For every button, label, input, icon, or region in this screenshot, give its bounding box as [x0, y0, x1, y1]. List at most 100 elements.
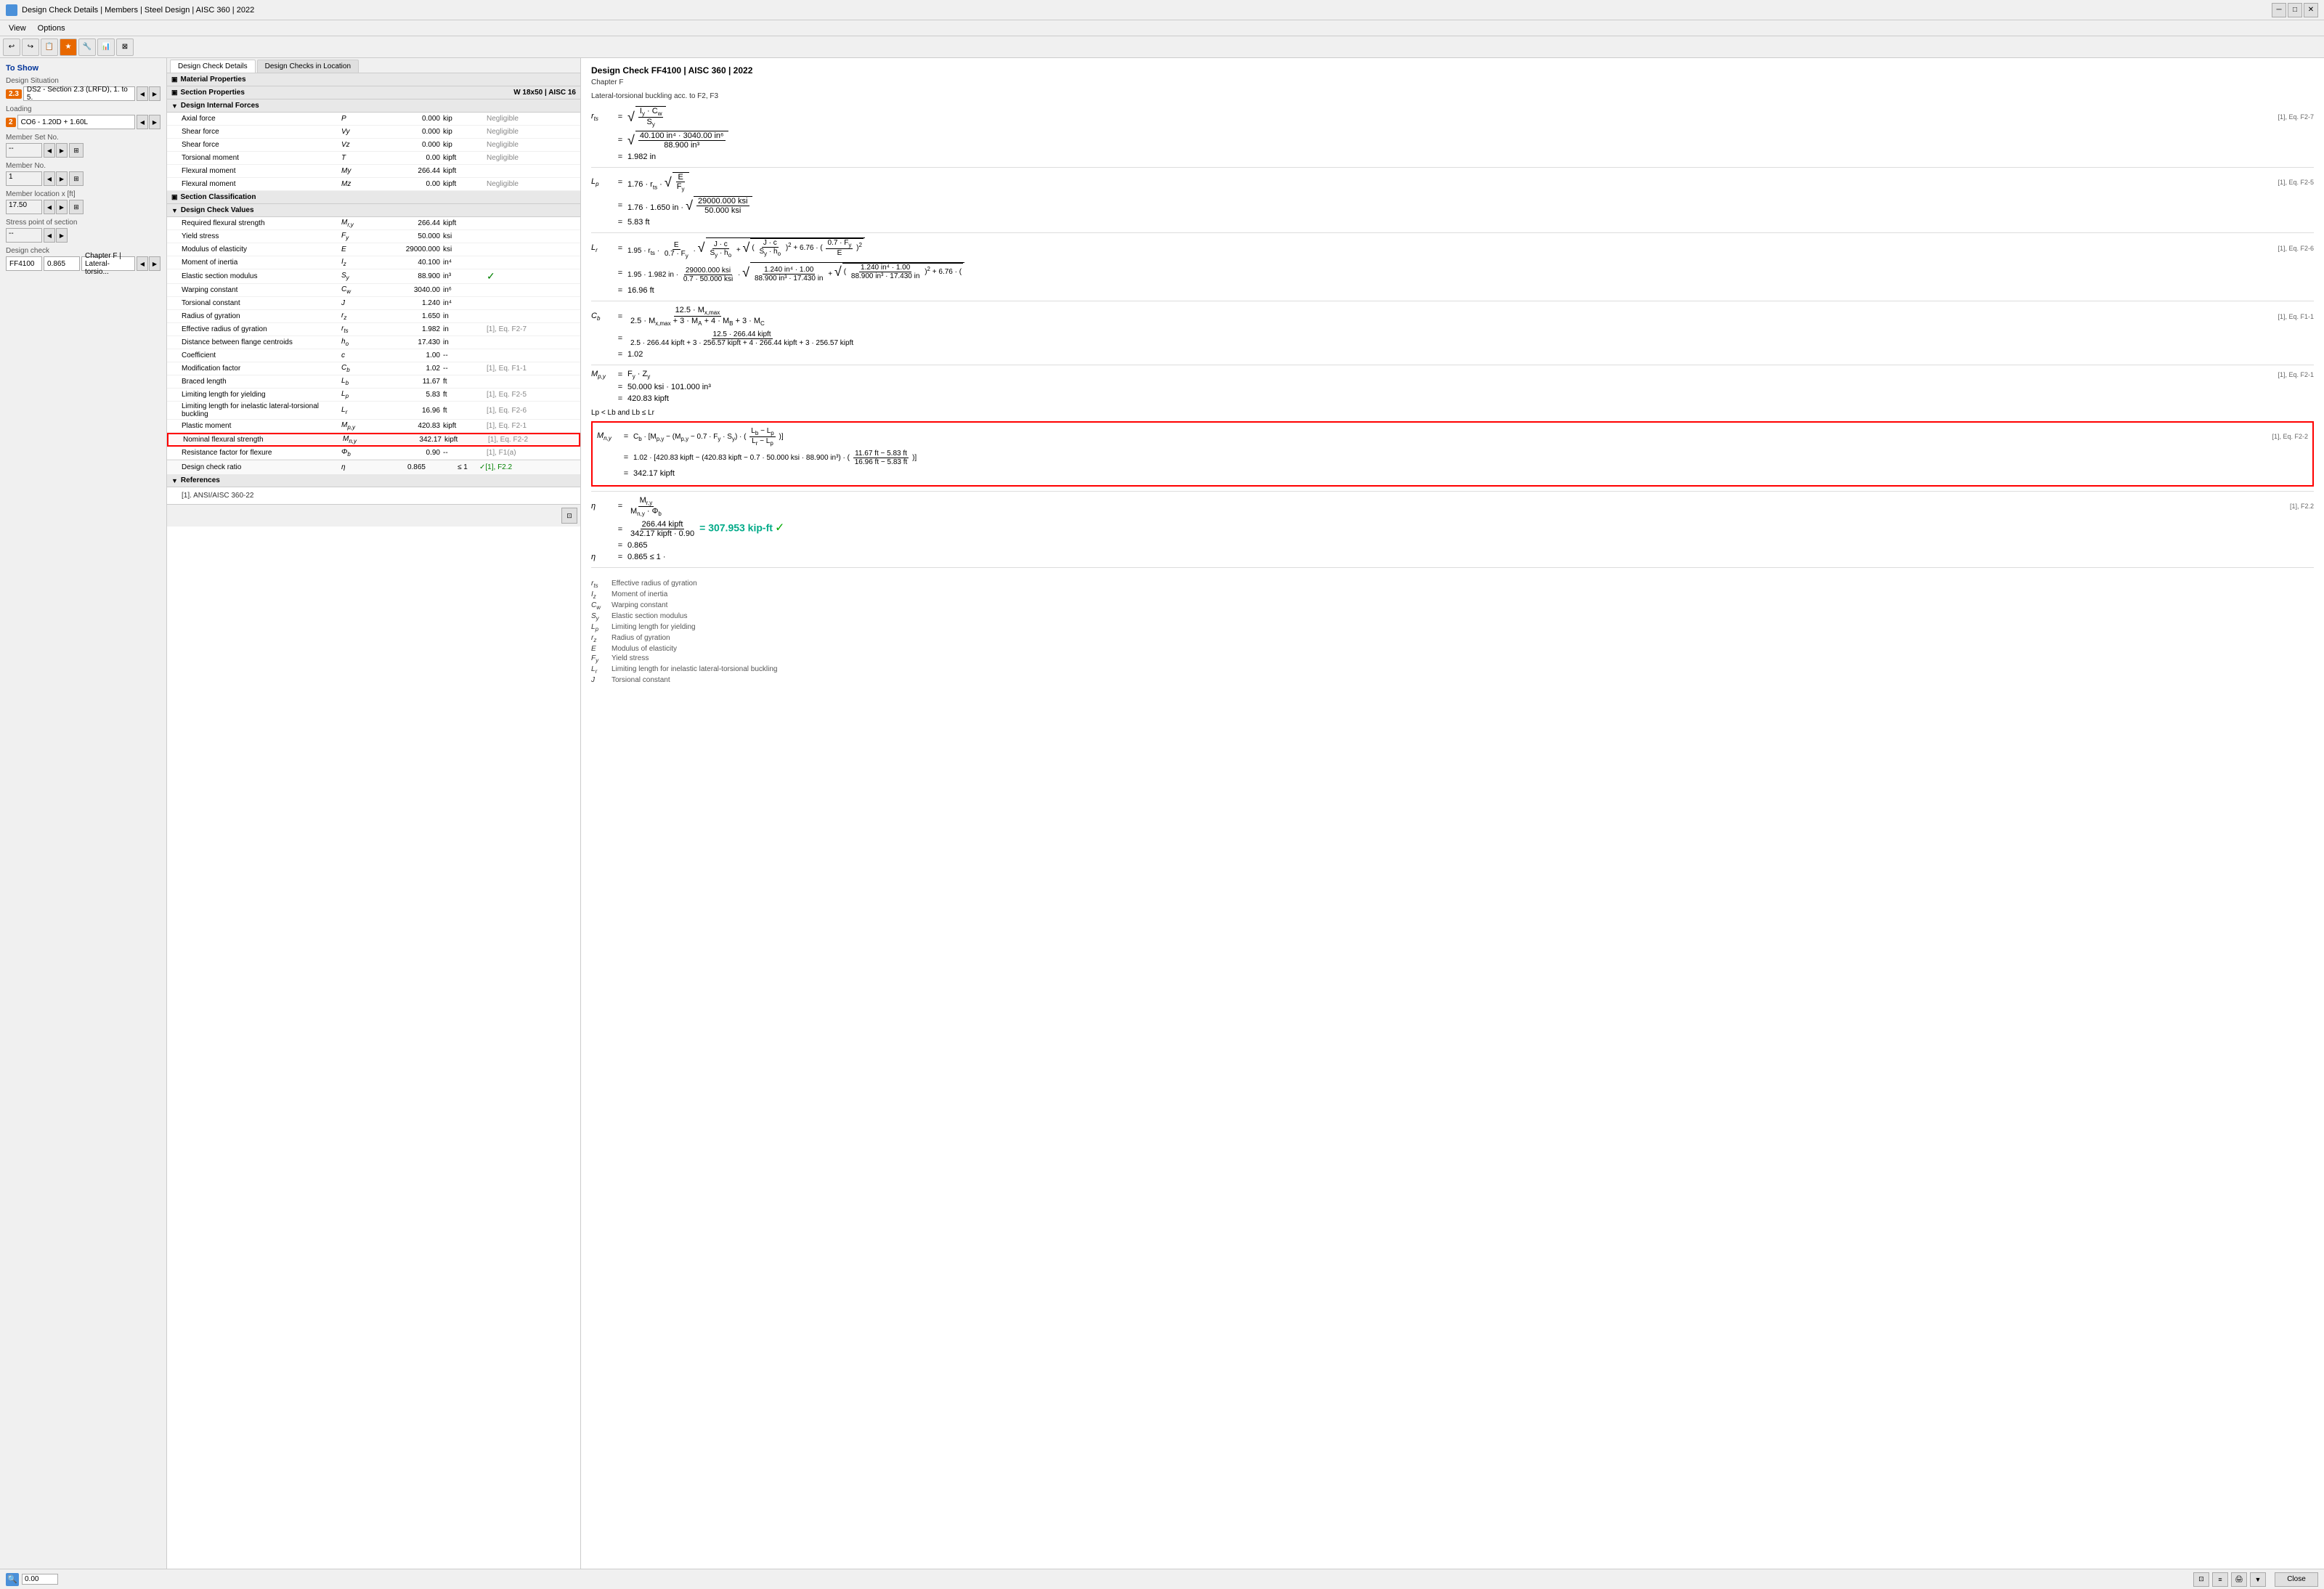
rts-content1: √ Iy · Cw Sy — [627, 106, 2314, 128]
mid-btn-1[interactable]: ⊡ — [561, 508, 577, 524]
mny-formula-highlight: Mn,y = Cb · [Mp,y − (Mp,y − 0.7 · Fy · S… — [591, 421, 2314, 487]
right-bottom-btn-2[interactable]: ≡ — [2212, 1572, 2228, 1587]
flexural-mz-val: 0.00 — [370, 180, 443, 188]
modulus-val: 29000.000 — [370, 245, 443, 253]
toolbar-btn-7[interactable]: ⊠ — [116, 38, 134, 56]
member-set-input[interactable]: -- — [6, 143, 42, 158]
close-button[interactable]: Close — [2275, 1572, 2318, 1587]
menu-options[interactable]: Options — [32, 23, 71, 34]
tab-design-check-details[interactable]: Design Check Details — [170, 60, 256, 73]
design-check-ratio[interactable]: 0.865 — [44, 256, 80, 271]
mny-result: 342.17 kipft — [633, 469, 2308, 478]
member-no-prev[interactable]: ◀ — [44, 171, 55, 186]
esm-val: 88.900 — [370, 272, 443, 280]
lr-sym: Lr — [341, 406, 370, 415]
modfac-sym: Cb — [341, 364, 370, 373]
design-situation-dropdown[interactable]: DS2 - Section 2.3 (LRFD), 1. to 5. — [23, 86, 135, 101]
toolbar-btn-2[interactable]: ↪ — [22, 38, 39, 56]
close-button[interactable]: ✕ — [2304, 3, 2318, 17]
lp-sym: Lp — [341, 390, 370, 399]
member-location-next[interactable]: ▶ — [56, 200, 68, 214]
cb-ref: [1], Eq. F1-1 — [2278, 313, 2314, 320]
lp-label: Lp — [591, 177, 613, 187]
ratio-ref: [1], F2.2 — [485, 463, 512, 471]
stress-point-input[interactable]: -- — [6, 228, 42, 243]
right-bottom-btn-4[interactable]: ▼ — [2250, 1572, 2266, 1587]
lp-eq2: = — [613, 201, 627, 210]
design-check-row: FF4100 0.865 Chapter F | Lateral-torsio.… — [6, 256, 161, 271]
legend-desc-cw: Warping constant — [612, 601, 667, 611]
collapse-icon-refs: ▼ — [171, 477, 178, 484]
member-set-action[interactable]: ⊞ — [69, 143, 84, 158]
plastmo-ref: [1], Eq. F2-1 — [487, 422, 576, 430]
right-bottom-btn-3[interactable]: 🖨 — [2231, 1572, 2247, 1587]
eta-content1: Mr,y Mn,y · Φb — [627, 496, 2314, 517]
loading-next[interactable]: ▶ — [149, 115, 161, 129]
moi-sym: Iz — [341, 258, 370, 267]
design-check-chapter[interactable]: Chapter F | Lateral-torsio... — [81, 256, 135, 271]
member-no-input[interactable]: 1 — [6, 171, 42, 186]
section-design-check-values[interactable]: ▼ Design Check Values — [167, 204, 580, 217]
design-check-next[interactable]: ▶ — [149, 256, 161, 271]
member-location-prev[interactable]: ◀ — [44, 200, 55, 214]
section-classification-title: Section Classification — [181, 193, 256, 201]
legend-sym-sy: Sy — [591, 612, 606, 622]
member-no-label: Member No. — [6, 162, 161, 170]
toolbar-btn-5[interactable]: 🔧 — [78, 38, 96, 56]
design-situation-prev[interactable]: ◀ — [137, 86, 148, 101]
esm-sym: Sy — [341, 272, 370, 281]
member-no-action[interactable]: ⊞ — [69, 171, 84, 186]
row-axial-force: Axial force P 0.000 kip Negligible — [167, 113, 580, 126]
formula-subtitle1: Chapter F — [591, 78, 2314, 86]
legend-desc-lr: Limiting length for inelastic lateral-to… — [612, 665, 777, 675]
section-material-properties[interactable]: ▣ Material Properties — [167, 73, 580, 86]
section-classification-header[interactable]: ▣ Section Classification — [167, 191, 580, 204]
rts-content2: √ 40.100 in⁴ · 3040.00 in⁶ 88.900 in³ — [627, 131, 2314, 150]
torsconst-val: 1.240 — [370, 299, 443, 307]
mny-val: 1.02 · [420.83 kipft − (420.83 kipft − 0… — [633, 450, 2308, 466]
modfac-name: Modification factor — [182, 365, 341, 373]
tab-design-checks-location[interactable]: Design Checks in Location — [257, 60, 359, 73]
modulus-sym: E — [341, 245, 370, 253]
section-internal-forces[interactable]: ▼ Design Internal Forces — [167, 99, 580, 113]
toolbar-btn-1[interactable]: ↩ — [3, 38, 20, 56]
shear-vy-sym: Vy — [341, 128, 370, 136]
status-search-icon[interactable]: 🔍 — [6, 1573, 19, 1586]
toolbar-btn-3[interactable]: 📋 — [41, 38, 58, 56]
cb-eq3: = — [613, 350, 627, 359]
reference-item-1: [1]. ANSI/AISC 360-22 — [182, 492, 576, 500]
legend-desc-sy: Elastic section modulus — [612, 612, 688, 622]
nomflex-unit: kipft — [444, 436, 488, 444]
toolbar-btn-4[interactable]: ★ — [60, 38, 77, 56]
rts-result: 1.982 in — [627, 153, 2314, 161]
lp-row3: = 5.83 ft — [591, 218, 2314, 227]
design-check-value[interactable]: FF4100 — [6, 256, 42, 271]
design-situation-next[interactable]: ▶ — [149, 86, 161, 101]
toolbar-btn-6[interactable]: 📊 — [97, 38, 115, 56]
rflex-sym: Mr,y — [341, 219, 370, 228]
menu-view[interactable]: View — [3, 23, 32, 34]
member-set-prev[interactable]: ◀ — [44, 143, 55, 158]
member-location-action[interactable]: ⊞ — [69, 200, 84, 214]
ratio-lim: ≤ 1 — [458, 463, 479, 471]
design-check-value-rows: Required flexural strength Mr,y 266.44 k… — [167, 217, 580, 460]
maximize-button[interactable]: □ — [2288, 3, 2302, 17]
loading-badge: 2 — [6, 118, 16, 127]
section-section-properties[interactable]: ▣ Section Properties W 18x50 | AISC 16 — [167, 86, 580, 99]
minimize-button[interactable]: ─ — [2272, 3, 2286, 17]
eta-label4: η — [591, 553, 613, 561]
loading-prev[interactable]: ◀ — [137, 115, 148, 129]
plastmo-name: Plastic moment — [182, 422, 341, 430]
loading-dropdown[interactable]: CO6 - 1.20D + 1.60L — [17, 115, 135, 129]
stress-point-next[interactable]: ▶ — [56, 228, 68, 243]
member-location-input[interactable]: 17.50 — [6, 200, 42, 214]
right-bottom-btn-1[interactable]: ⊡ — [2193, 1572, 2209, 1587]
stress-point-prev[interactable]: ◀ — [44, 228, 55, 243]
member-set-next[interactable]: ▶ — [56, 143, 68, 158]
section-references[interactable]: ▼ References — [167, 474, 580, 487]
legend-sym-rts: rts — [591, 580, 606, 589]
design-check-prev[interactable]: ◀ — [137, 256, 148, 271]
member-no-next[interactable]: ▶ — [56, 171, 68, 186]
eta-ref: [1], F2.2 — [2290, 503, 2314, 510]
legend-sym-lr: Lr — [591, 665, 606, 675]
